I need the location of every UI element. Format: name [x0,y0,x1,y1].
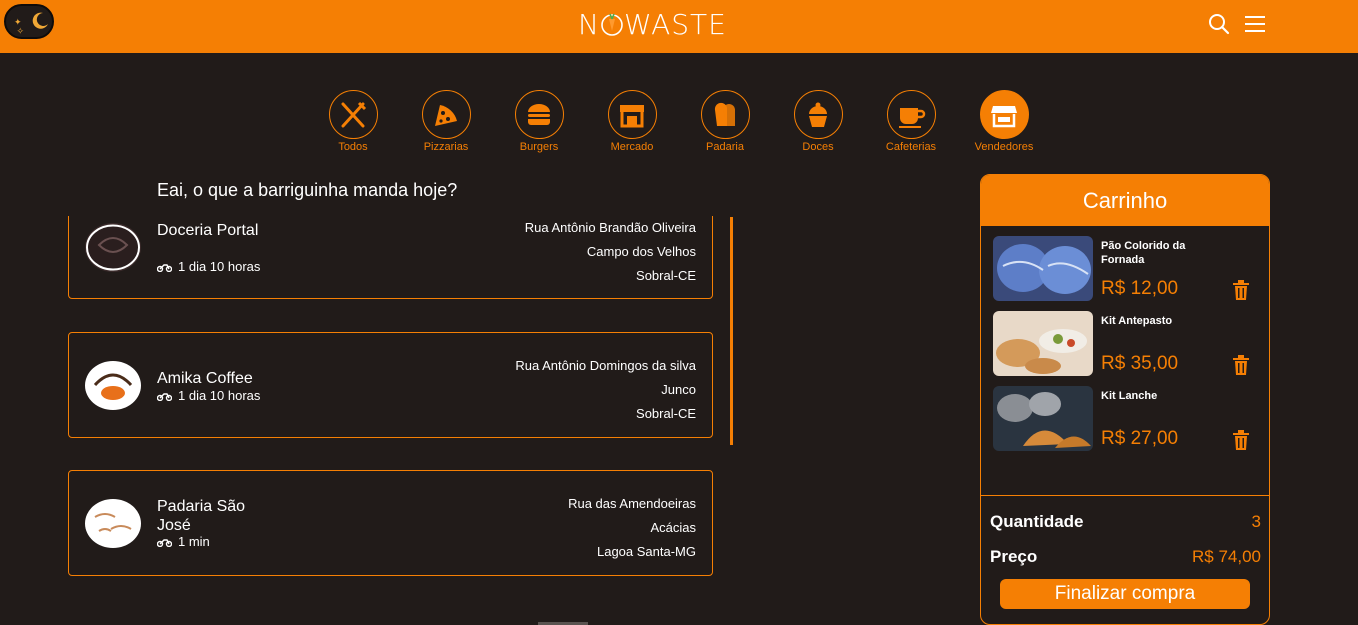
trash-icon[interactable] [1232,430,1250,450]
cart-item-price: R$ 27,00 [1101,428,1179,449]
pizza-icon [435,104,457,126]
store-address: Rua das Amendoeiras Acácias Lagoa Santa-… [568,496,696,559]
fork-knife-icon [341,101,367,127]
moon-icon [32,12,48,29]
category-mercado[interactable]: Mercado [592,90,672,153]
store-delivery-time: 1 min [157,534,210,549]
store-logo [85,223,141,272]
product-image [993,236,1093,301]
top-bar: ✦ ✧ N WASTE [0,0,1358,53]
carrot-icon [601,13,623,36]
category-cafeterias[interactable]: Cafeterias [871,90,951,153]
cart-title: Carrinho [981,175,1269,226]
motorcycle-icon [157,392,172,401]
store-logo [85,499,141,548]
store-name: Padaria São José [157,498,246,534]
category-label: Cafeterias [885,141,937,153]
store-address: Rua Antônio Domingos da silva Junco Sobr… [515,358,696,421]
store-delivery-time: 1 dia 10 horas [157,388,260,403]
category-label: Todos [338,141,368,153]
cart-item-price: R$ 35,00 [1101,353,1179,374]
category-label: Doces [802,141,834,153]
price-row: Preço R$ 74,00 [990,547,1261,567]
cart-item: Pão Colorido da Fornada R$ 12,00 [993,236,1261,302]
store-address: Rua Antônio Brandão Oliveira Campo dos V… [524,220,696,283]
trash-icon[interactable] [1232,280,1250,300]
category-todos[interactable]: Todos [313,90,393,153]
cart-item-name: Pão Colorido da Fornada [1101,240,1186,266]
category-doces[interactable]: Doces [778,90,858,153]
quantity-label: Quantidade [990,512,1084,531]
stars-icon: ✦ ✧ [14,17,25,36]
greeting-heading: Eai, o que a barriguinha manda hoje? [157,180,458,200]
trash-icon[interactable] [1232,355,1250,375]
burger-icon [528,103,550,125]
category-label: Mercado [610,141,654,153]
cart-item-name: Kit Antepasto [1101,315,1173,327]
quantity-value: 3 [1251,512,1261,531]
shop-icon [991,105,1017,127]
coffee-cup-icon [899,107,926,128]
cart-panel: Carrinho Pão Colorido da Fornada R$ 12,0… [980,174,1270,625]
cart-item-name: Kit Lanche [1101,390,1158,402]
search-icon[interactable] [1208,13,1230,35]
category-vendedores[interactable]: Vendedores [964,90,1044,153]
category-burgers[interactable]: Burgers [499,90,579,153]
product-image [993,311,1093,376]
store-logo [85,361,141,410]
category-bar: Todos Pizzarias Burgers Mercado Padaria … [320,90,1060,153]
menu-icon[interactable] [1244,13,1266,35]
store-card[interactable]: Padaria São José 1 min Rua das Amendoeir… [68,470,713,576]
bread-icon [714,102,735,126]
cart-item: Kit Antepasto R$ 35,00 [993,311,1261,377]
theme-toggle[interactable]: ✦ ✧ [4,4,54,39]
category-padaria[interactable]: Padaria [685,90,765,153]
category-pizzarias[interactable]: Pizzarias [406,90,486,153]
divider [981,495,1269,496]
logo[interactable]: N WASTE [578,11,727,39]
store-list[interactable]: Doceria Portal 1 dia 10 horas Rua Antôni… [68,216,714,625]
store-icon [620,104,644,127]
price-label: Preço [990,547,1038,566]
motorcycle-icon [157,538,172,547]
quantity-row: Quantidade 3 [990,512,1261,532]
store-card[interactable]: Doceria Portal 1 dia 10 horas Rua Antôni… [68,216,713,299]
store-delivery-time: 1 dia 10 horas [157,259,260,274]
store-name: Amika Coffee [157,370,253,387]
checkout-button[interactable]: Finalizar compra [1000,579,1250,609]
product-image [993,386,1093,451]
cupcake-icon [809,102,827,127]
cart-item-price: R$ 12,00 [1101,278,1179,299]
scrollbar[interactable] [730,217,733,445]
store-name: Doceria Portal [157,222,259,239]
category-label: Burgers [519,141,559,153]
motorcycle-icon [157,263,172,272]
total-price: R$ 74,00 [1192,547,1261,566]
category-label: Pizzarias [423,141,469,153]
category-label: Vendedores [974,141,1034,153]
cart-item: Kit Lanche R$ 27,00 [993,386,1261,452]
store-card[interactable]: Amika Coffee 1 dia 10 horas Rua Antônio … [68,332,713,438]
category-label: Padaria [706,141,744,153]
